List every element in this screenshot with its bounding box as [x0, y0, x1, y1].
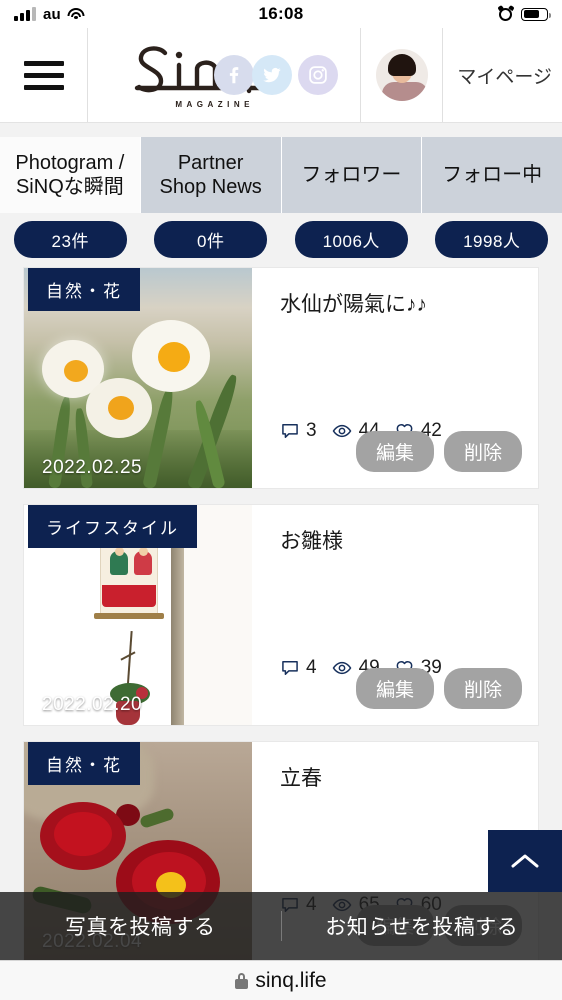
post-date: 2022.02.20: [42, 694, 143, 715]
status-bar-clock: 16:08: [258, 4, 304, 23]
stat-comments: 3: [280, 420, 317, 442]
delete-button[interactable]: 削除: [443, 431, 522, 472]
stat-comments-value: 4: [306, 657, 317, 678]
tab-bar: Photogram / SiNQな瞬間 Partner Shop News フォ…: [0, 137, 562, 213]
post-thumbnail[interactable]: 自然・花 2022.02.25: [24, 268, 252, 488]
eye-icon: [332, 661, 351, 675]
twitter-icon[interactable]: [252, 55, 293, 95]
post-actions: 編集 削除: [355, 668, 522, 709]
eye-icon: [332, 424, 351, 438]
comment-icon: [282, 424, 298, 438]
chevron-up-icon: [511, 854, 539, 868]
scroll-to-top-button[interactable]: [488, 830, 562, 892]
post-category-badge: 自然・花: [28, 742, 140, 785]
tab-partner-shop-news[interactable]: Partner Shop News: [140, 137, 282, 213]
post-actions: 編集 削除: [355, 431, 522, 472]
facebook-icon[interactable]: [214, 55, 255, 95]
logo-subtitle: MAGAZINE: [175, 100, 255, 109]
hamburger-menu-icon[interactable]: [0, 28, 88, 122]
avatar[interactable]: [375, 49, 428, 101]
count-cell-photogram: 23件: [0, 220, 141, 258]
status-bar: au 16:08: [0, 0, 562, 28]
post-card[interactable]: 自然・花 2022.02.25 水仙が陽氣に♪♪ 3 44 4: [24, 268, 538, 488]
comment-icon: [282, 661, 298, 675]
tab-followers-label: フォロワー: [301, 164, 402, 186]
count-badges-row: 23件 0件 1006人 1998人: [0, 219, 562, 259]
bottom-action-bar: 写真を投稿する お知らせを投稿する: [0, 892, 562, 960]
alarm-clock-icon: [497, 4, 515, 21]
count-cell-partner: 0件: [141, 220, 282, 258]
status-bar-right: [497, 4, 551, 21]
url-text: sinq.life: [255, 968, 327, 992]
post-body: お雛様 4 49 39 編集: [252, 505, 538, 725]
post-category-badge: 自然・花: [28, 268, 140, 311]
post-feed: 自然・花 2022.02.25 水仙が陽氣に♪♪ 3 44 4: [0, 268, 562, 1000]
post-body: 水仙が陽氣に♪♪ 3 44 42 編集: [252, 268, 538, 488]
post-title: 立春: [280, 767, 322, 790]
tab-partner-line2: Shop News: [159, 176, 262, 198]
count-cell-followers: 1006人: [281, 220, 422, 258]
stat-comments: 4: [280, 657, 317, 679]
post-photo-button[interactable]: 写真を投稿する: [0, 911, 282, 941]
tab-photogram[interactable]: Photogram / SiNQな瞬間: [0, 137, 141, 213]
count-badge-partner[interactable]: 0件: [154, 220, 268, 258]
tab-photogram-line2: SiNQな瞬間: [15, 176, 124, 198]
count-badge-photogram[interactable]: 23件: [13, 220, 127, 258]
phone-screen: au 16:08 MAGAZINE マイページ Photogram / SiNQ…: [0, 0, 562, 1000]
post-title: お雛様: [280, 530, 343, 553]
edit-button[interactable]: 編集: [355, 668, 434, 709]
count-badge-following[interactable]: 1998人: [435, 220, 549, 258]
tab-photogram-line1: Photogram /: [15, 152, 125, 174]
post-card[interactable]: ライフスタイル 2022.02.20 お雛様 4 49 39: [24, 505, 538, 725]
browser-url-bar[interactable]: sinq.life: [0, 960, 562, 1000]
site-header: MAGAZINE マイページ: [0, 28, 562, 123]
tab-partner-line1: Partner: [177, 152, 244, 174]
post-title: 水仙が陽氣に♪♪: [280, 293, 427, 316]
post-category-badge: ライフスタイル: [28, 505, 197, 548]
tab-followers[interactable]: フォロワー: [281, 137, 423, 213]
lock-icon: [235, 972, 249, 989]
social-links: [214, 55, 339, 95]
tab-following-label: フォロー中: [442, 164, 543, 186]
mypage-link[interactable]: マイページ: [443, 28, 562, 122]
avatar-zone[interactable]: [361, 28, 444, 122]
instagram-icon[interactable]: [298, 55, 339, 95]
stat-comments-value: 3: [306, 420, 317, 441]
post-date: 2022.02.25: [42, 457, 143, 478]
post-thumbnail[interactable]: ライフスタイル 2022.02.20: [24, 505, 252, 725]
count-cell-following: 1998人: [422, 220, 562, 258]
count-badge-followers[interactable]: 1006人: [294, 220, 408, 258]
post-news-button[interactable]: お知らせを投稿する: [282, 911, 562, 941]
tab-following[interactable]: フォロー中: [422, 137, 562, 213]
delete-button[interactable]: 削除: [443, 668, 522, 709]
brand-zone: MAGAZINE: [88, 28, 362, 122]
edit-button[interactable]: 編集: [355, 431, 434, 472]
battery-icon: [521, 7, 551, 21]
